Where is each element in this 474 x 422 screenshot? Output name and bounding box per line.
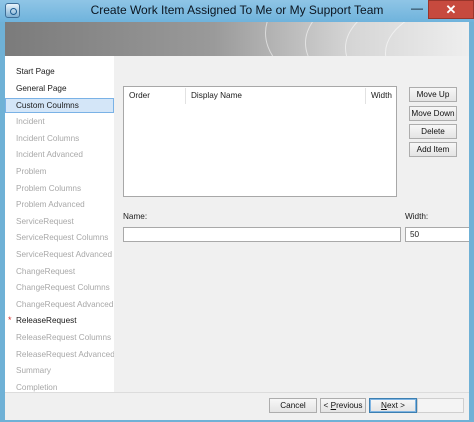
nav-step-label: Incident Columns [16, 134, 80, 143]
move-up-button[interactable]: Move Up [409, 87, 457, 102]
nav-step-label: Summary [16, 366, 52, 375]
window-title: Create Work Item Assigned To Me or My Su… [90, 3, 384, 17]
nav-step-start-page[interactable]: Start Page [5, 64, 114, 79]
nav-step-label: ChangeRequest Columns [16, 283, 110, 292]
nav-step-incident-columns: Incident Columns [5, 131, 114, 146]
nav-step-label: ServiceRequest [16, 217, 74, 226]
column-header-order[interactable]: Order [124, 88, 186, 104]
nav-step-releaserequest-advanced: ReleaseRequest Advanced [5, 347, 115, 362]
nav-step-label: Custom Coulmns [16, 101, 79, 110]
nav-step-label: ServiceRequest Advanced [16, 250, 113, 259]
nav-step-label: Problem Columns [16, 184, 82, 193]
add-item-button[interactable]: Add Item [409, 142, 457, 157]
nav-step-label: ChangeRequest Advanced [16, 300, 114, 309]
minimize-button[interactable]: — [407, 1, 427, 17]
width-input[interactable]: 50 [405, 227, 469, 242]
nav-step-releaserequest[interactable]: * ReleaseRequest [5, 313, 114, 328]
columns-list[interactable]: Order Display Name Width [123, 86, 397, 197]
nav-step-general-page[interactable]: General Page [5, 81, 114, 96]
nav-step-servicerequest: ServiceRequest [5, 214, 114, 229]
nav-step-problem: Problem [5, 164, 114, 179]
nav-step-servicerequest-columns: ServiceRequest Columns [5, 230, 114, 245]
nav-step-label: ServiceRequest Columns [16, 233, 109, 242]
nav-step-incident-advanced: Incident Advanced [5, 147, 114, 162]
nav-step-label: ReleaseRequest Advanced [16, 350, 115, 359]
wizard-window: Create Work Item Assigned To Me or My Su… [0, 0, 474, 422]
nav-step-label: Problem [16, 167, 47, 176]
nav-step-incident: Incident [5, 114, 114, 129]
width-label: Width: [405, 212, 429, 221]
finish-button [417, 398, 464, 413]
title-bar: Create Work Item Assigned To Me or My Su… [0, 0, 474, 22]
required-marker: * [8, 315, 12, 325]
wizard-steps-sidebar: Start Page General Page Custom Coulmns Inci… [5, 56, 115, 392]
nav-step-summary: Summary [5, 363, 114, 378]
nav-step-custom-coulmns[interactable]: Custom Coulmns [5, 98, 114, 113]
column-header-display-name[interactable]: Display Name [186, 88, 366, 104]
nav-step-label: ReleaseRequest Columns [16, 333, 112, 342]
close-button[interactable]: ✕ [428, 0, 474, 19]
wizard-header-banner [5, 22, 469, 56]
column-header-width[interactable]: Width [366, 88, 396, 104]
nav-step-problem-advanced: Problem Advanced [5, 197, 114, 212]
name-label: Name: [123, 212, 148, 221]
name-input[interactable] [123, 227, 401, 242]
nav-step-problem-columns: Problem Columns [5, 181, 114, 196]
nav-step-label: Incident Advanced [16, 150, 83, 159]
wizard-footer: Cancel < Previous Next > [5, 392, 469, 420]
nav-step-label: General Page [16, 84, 67, 93]
nav-step-label: ReleaseRequest [16, 316, 77, 325]
nav-step-changerequest: ChangeRequest [5, 264, 114, 279]
previous-button[interactable]: < Previous [320, 398, 366, 413]
nav-step-label: Start Page [16, 67, 55, 76]
nav-step-changerequest-columns: ChangeRequest Columns [5, 280, 114, 295]
nav-step-servicerequest-advanced: ServiceRequest Advanced [5, 247, 114, 262]
nav-step-label: Incident [16, 117, 45, 126]
next-button[interactable]: Next > [369, 398, 417, 413]
nav-step-releaserequest-columns: ReleaseRequest Columns [5, 330, 114, 345]
delete-button[interactable]: Delete [409, 124, 457, 139]
cancel-button[interactable]: Cancel [269, 398, 317, 413]
nav-step-label: Problem Advanced [16, 200, 85, 209]
nav-step-changerequest-advanced: ChangeRequest Advanced [5, 297, 114, 312]
nav-step-label: Completion [16, 383, 58, 392]
move-down-button[interactable]: Move Down [409, 106, 457, 121]
nav-step-label: ChangeRequest [16, 267, 76, 276]
